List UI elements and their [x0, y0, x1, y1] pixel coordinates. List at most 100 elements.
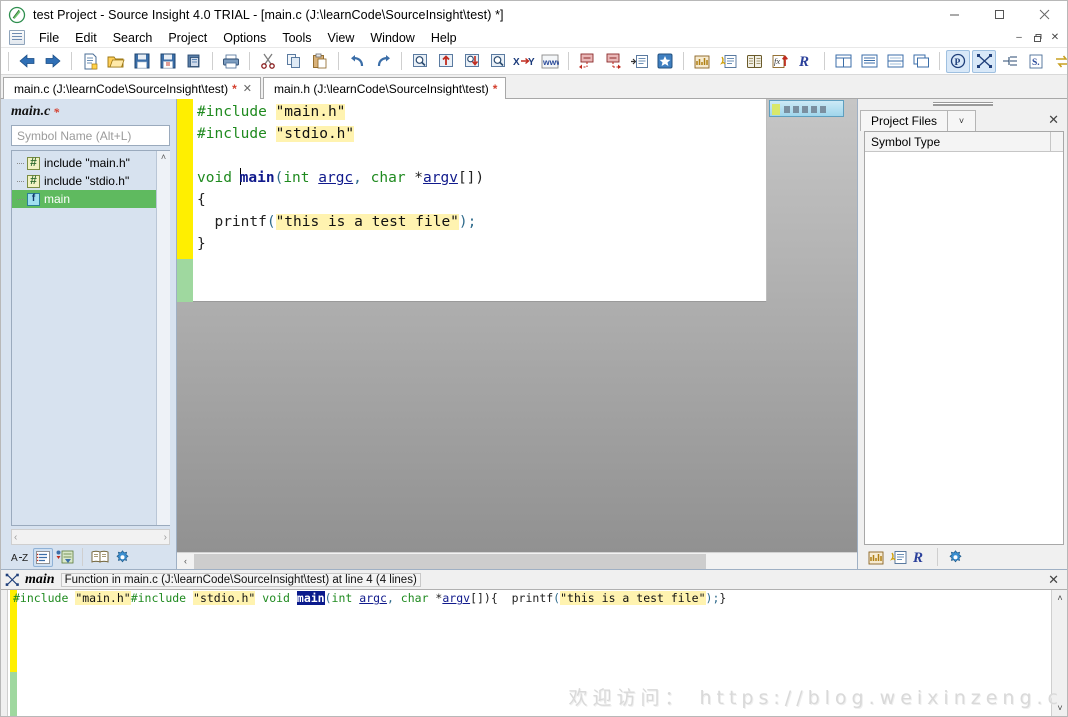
menu-item-view[interactable]: View	[320, 29, 363, 47]
sync-icon[interactable]	[1050, 50, 1067, 73]
column-header-symbol-type[interactable]: Symbol Type	[865, 132, 1063, 152]
minimize-button[interactable]	[932, 1, 977, 28]
project-files-list[interactable]	[865, 152, 1063, 544]
source-insight-r-icon[interactable]: R	[794, 50, 818, 73]
close-icon[interactable]: ✕	[1048, 572, 1059, 588]
search-backward-icon[interactable]	[434, 50, 458, 73]
menu-item-edit[interactable]: Edit	[67, 29, 105, 47]
source-insight-r-icon[interactable]: R	[910, 548, 930, 567]
jump-back-icon[interactable]	[575, 50, 599, 73]
scroll-left-icon[interactable]: ‹	[177, 556, 194, 566]
spelling-icon[interactable]: S.	[1024, 50, 1048, 73]
tab-main-c[interactable]: main.c (J:\learnCode\SourceInsight\test)…	[3, 77, 261, 99]
save-all-icon[interactable]	[156, 50, 180, 73]
jump-to-definition-icon[interactable]	[627, 50, 651, 73]
toolbar-grip[interactable]	[8, 51, 11, 71]
bookmark-icon[interactable]	[653, 50, 677, 73]
code-document[interactable]: #include "main.h" #include "stdio.h" void…	[177, 99, 767, 302]
menu-item-options[interactable]: Options	[215, 29, 274, 47]
search-web-icon[interactable]: www	[538, 50, 562, 73]
context-window-icon[interactable]	[866, 548, 886, 567]
book-icon[interactable]	[90, 548, 110, 567]
scroll-down-icon[interactable]: ˅	[1052, 700, 1067, 716]
function-list-icon[interactable]: fx	[768, 50, 792, 73]
undo-icon[interactable]	[345, 50, 369, 73]
scroll-right-icon[interactable]: ›	[164, 532, 167, 543]
menu-item-tools[interactable]: Tools	[274, 29, 319, 47]
symbol-list-item-selected[interactable]: main	[12, 190, 156, 208]
symbol-list-hscrollbar[interactable]: ‹ ›	[11, 529, 170, 545]
scroll-left-icon[interactable]: ‹	[14, 532, 17, 543]
menu-item-file[interactable]: File	[31, 29, 67, 47]
close-icon[interactable]: ✕	[1048, 112, 1059, 128]
tile-horizontal-icon[interactable]	[857, 50, 881, 73]
context-code-text[interactable]: #include "main.h"#include "stdio.h" void…	[13, 591, 726, 605]
tab-close-icon[interactable]: ✕	[243, 82, 252, 95]
replace-icon[interactable]: XY	[512, 50, 536, 73]
smart-rename-icon[interactable]	[972, 49, 996, 73]
sort-az-icon[interactable]: AZ	[11, 548, 31, 567]
back-icon[interactable]	[15, 50, 39, 73]
symbol-list-item[interactable]: include "main.h"	[12, 154, 156, 172]
cut-icon[interactable]	[256, 50, 280, 73]
jump-forward-icon[interactable]	[601, 50, 625, 73]
editor-code-text[interactable]: #include "main.h" #include "stdio.h" void…	[197, 101, 766, 301]
code-token: argv	[442, 591, 471, 605]
close-file-icon[interactable]	[182, 50, 206, 73]
hscroll-thumb[interactable]	[194, 553, 706, 569]
gear-icon[interactable]	[112, 548, 132, 567]
tree-connector	[15, 190, 27, 208]
symbol-list-item[interactable]: include "stdio.h"	[12, 172, 156, 190]
redo-icon[interactable]	[371, 50, 395, 73]
new-file-icon[interactable]	[78, 50, 102, 73]
print-icon[interactable]	[219, 50, 243, 73]
document-system-icon[interactable]	[9, 30, 25, 45]
gear-icon[interactable]	[945, 548, 965, 567]
forward-icon[interactable]	[41, 50, 65, 73]
context-window-body[interactable]: #include "main.h"#include "stdio.h" void…	[1, 589, 1067, 716]
column-resize-grip[interactable]	[1050, 132, 1063, 151]
menu-item-project[interactable]: Project	[160, 29, 215, 47]
menu-item-search[interactable]: Search	[105, 29, 161, 47]
open-file-icon[interactable]	[104, 50, 128, 73]
chevron-down-icon[interactable]: ˅	[948, 109, 977, 131]
scroll-up-icon[interactable]: ˄	[161, 151, 166, 163]
copy-icon[interactable]	[282, 50, 306, 73]
scroll-up-icon[interactable]: ˄	[1052, 590, 1067, 606]
tile-windows-icon[interactable]	[831, 50, 855, 73]
lookup-references-icon[interactable]	[486, 50, 510, 73]
tab-main-h[interactable]: main.h (J:\learnCode\SourceInsight\test)…	[263, 77, 507, 99]
minimap-thumbnail[interactable]	[769, 100, 844, 117]
paste-icon[interactable]	[308, 50, 332, 73]
cascade-windows-icon[interactable]	[909, 50, 933, 73]
context-vscrollbar[interactable]: ˄ ˅	[1051, 590, 1067, 716]
menu-item-help[interactable]: Help	[423, 29, 465, 47]
toolbar-separator	[568, 52, 569, 70]
symbol-search-input[interactable]: Symbol Name (Alt+L)	[11, 125, 170, 146]
context-window-icon[interactable]	[690, 50, 714, 73]
search-icon[interactable]	[408, 50, 432, 73]
panel-drag-grip[interactable]	[858, 99, 1067, 109]
code-token: main	[296, 591, 325, 605]
mdi-restore-button[interactable]	[1029, 31, 1045, 45]
outline-view-icon[interactable]	[33, 547, 53, 567]
search-forward-icon[interactable]	[460, 50, 484, 73]
indent-icon[interactable]	[998, 50, 1022, 73]
maximize-button[interactable]	[977, 1, 1022, 28]
symbol-filter-icon[interactable]	[55, 548, 75, 567]
save-icon[interactable]	[130, 50, 154, 73]
code-token: int	[283, 170, 319, 186]
tab-project-files[interactable]: Project Files	[860, 109, 949, 131]
mdi-minimize-button[interactable]: –	[1011, 31, 1027, 45]
symbol-window-icon[interactable]	[716, 50, 740, 73]
mdi-close-button[interactable]: ✕	[1047, 31, 1063, 45]
parse-icon[interactable]: P	[946, 49, 970, 73]
menu-item-window[interactable]: Window	[362, 29, 422, 47]
relation-window-icon[interactable]	[742, 50, 766, 73]
symbol-window-icon[interactable]	[888, 548, 908, 567]
tile-vertical-icon[interactable]	[883, 50, 907, 73]
code-line: void main(int argc, char *argv[])	[262, 591, 491, 605]
close-button[interactable]	[1022, 1, 1067, 28]
code-token: char	[370, 170, 415, 186]
symbol-list-vscrollbar[interactable]: ˄	[156, 151, 170, 525]
